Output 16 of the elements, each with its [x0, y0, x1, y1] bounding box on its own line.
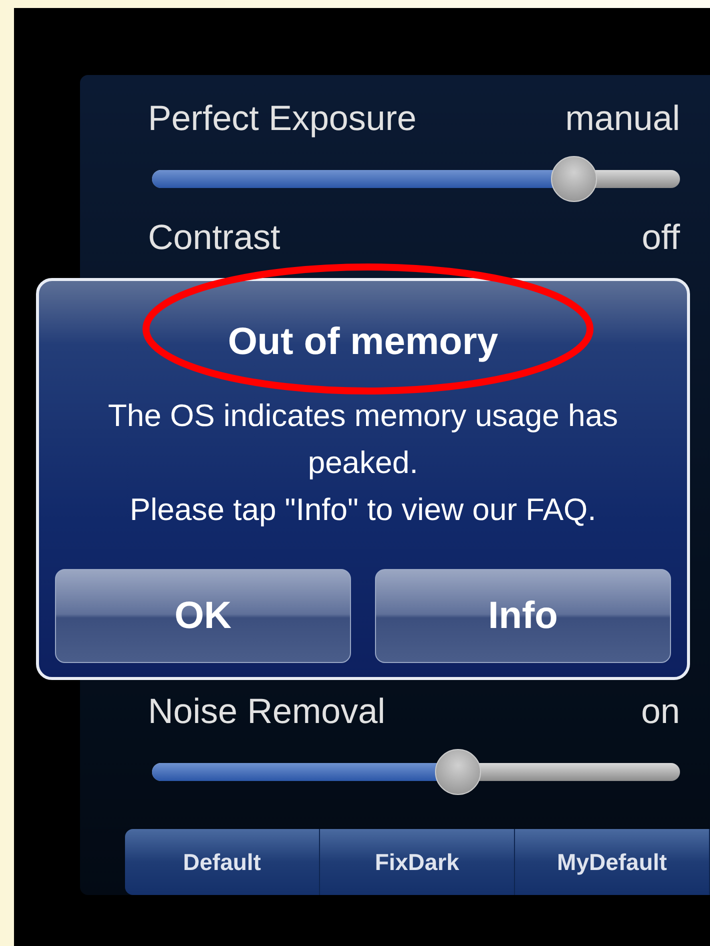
- alert-button[interactable]: OK: [55, 569, 351, 663]
- alert-button[interactable]: Info: [375, 569, 671, 663]
- preset-button[interactable]: MyDefault: [515, 829, 710, 895]
- setting-value: on: [641, 692, 680, 732]
- slider[interactable]: [152, 748, 680, 794]
- preset-button[interactable]: FixDark: [320, 829, 515, 895]
- alert-message: The OS indicates memory usage has peaked.: [106, 397, 620, 482]
- setting-value: manual: [565, 99, 680, 139]
- setting-value: off: [642, 218, 680, 258]
- setting-label: Perfect Exposure: [148, 99, 416, 139]
- setting-label: Contrast: [148, 218, 280, 258]
- preset-button[interactable]: Default: [125, 829, 320, 895]
- setting-label: Noise Removal: [148, 692, 386, 732]
- alert-title: Out of memory: [228, 321, 498, 364]
- alert-message: Please tap "Info" to view our FAQ.: [130, 491, 596, 529]
- slider[interactable]: [152, 156, 680, 202]
